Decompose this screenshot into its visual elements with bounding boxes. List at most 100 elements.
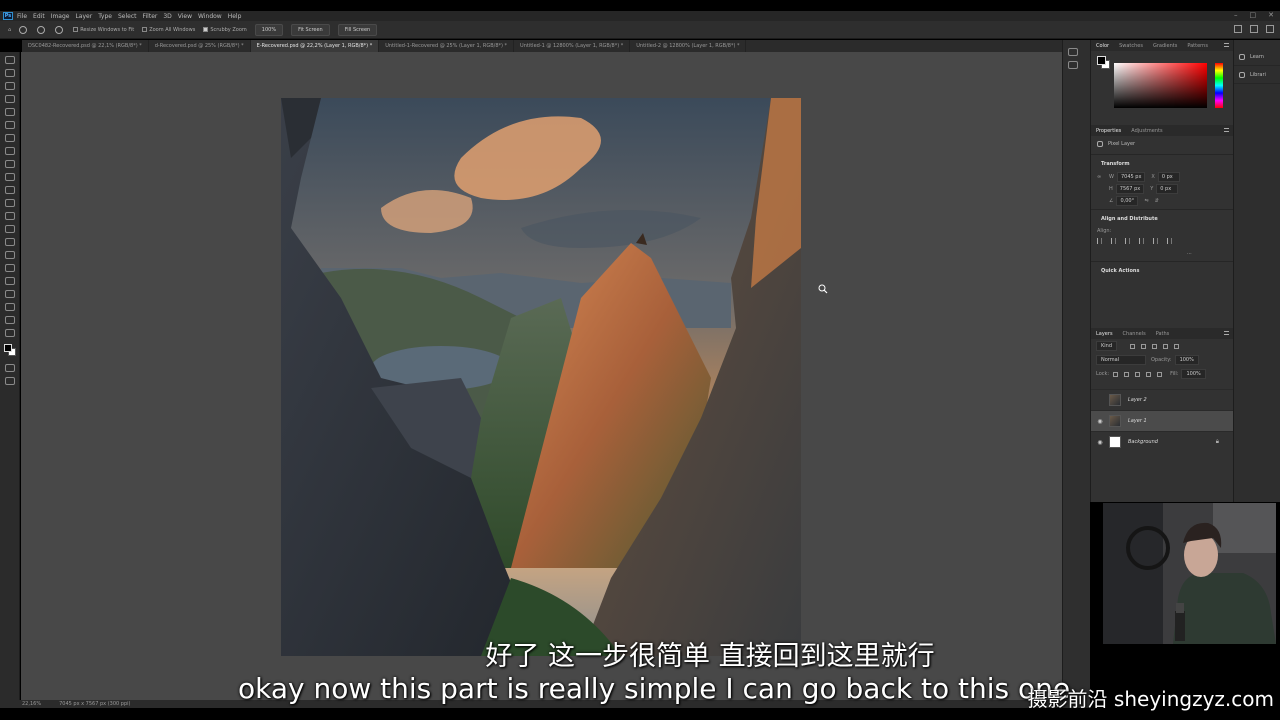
gradient-tool-icon[interactable] <box>5 212 15 220</box>
zoom-tool-icon[interactable] <box>19 25 29 34</box>
zoom-readout[interactable]: 22,16% <box>22 701 41 707</box>
quick-actions-title[interactable]: Quick Actions <box>1091 264 1233 278</box>
layer-row-selected[interactable]: ◉ Layer 1 <box>1091 410 1233 431</box>
doc-tab[interactable]: Untitled-1-Recovered @ 25% (Layer 1, RGB… <box>379 40 515 52</box>
doc-tab[interactable]: Untitled-2 @ 12800% (Layer 1, RGB/8*) * <box>630 40 747 52</box>
align-bottom-icon[interactable] <box>1167 238 1172 244</box>
menu-view[interactable]: View <box>178 13 192 20</box>
brush-tool-icon[interactable] <box>5 160 15 168</box>
color-swatches[interactable] <box>0 342 20 360</box>
fit-screen-button[interactable]: Fit Screen <box>291 23 330 36</box>
lasso-tool-icon[interactable] <box>5 82 15 90</box>
doc-tab[interactable]: d-Recovered.psd @ 25% (RGB/8*) * <box>149 40 251 52</box>
zoom-100-button[interactable]: 100% <box>254 23 284 36</box>
filter-type-icon[interactable] <box>1152 343 1158 349</box>
layer-name[interactable]: Background <box>1128 439 1158 445</box>
width-field[interactable]: 7045 px <box>1116 172 1146 182</box>
menu-edit[interactable]: Edit <box>33 13 45 20</box>
eye-icon[interactable]: ◉ <box>1096 439 1104 446</box>
more-options-button[interactable]: ... <box>1097 250 1192 256</box>
zoom-in-icon[interactable] <box>37 25 47 34</box>
panel-menu-icon[interactable] <box>1224 128 1229 132</box>
height-field[interactable]: 7567 px <box>1115 184 1145 194</box>
foreground-color-swatch[interactable] <box>1097 56 1106 65</box>
y-field[interactable]: 0 px <box>1156 184 1179 194</box>
flip-horizontal-icon[interactable]: ⇋ <box>1144 198 1148 204</box>
pen-tool-icon[interactable] <box>5 251 15 259</box>
angle-field[interactable]: 0,00° <box>1116 196 1139 206</box>
menu-layer[interactable]: Layer <box>75 13 92 20</box>
zoom-tool-icon[interactable] <box>5 316 15 324</box>
tab-gradients[interactable]: Gradients <box>1148 43 1182 49</box>
healing-brush-tool-icon[interactable] <box>5 147 15 155</box>
blend-mode-select[interactable]: Normal <box>1096 355 1146 365</box>
screen-mode-icon[interactable] <box>5 377 15 385</box>
eyedropper-tool-icon[interactable] <box>5 134 15 142</box>
transform-section-title[interactable]: Transform <box>1091 157 1233 171</box>
doc-tab[interactable]: DSC0482-Recovered.psd @ 22,1% (RGB/8*) * <box>22 40 149 52</box>
menu-file[interactable]: File <box>17 13 27 20</box>
layer-row[interactable]: Layer 2 <box>1091 389 1233 410</box>
learn-button[interactable]: Learn <box>1234 48 1280 66</box>
libraries-icon[interactable] <box>1068 61 1078 69</box>
align-left-icon[interactable] <box>1097 238 1102 244</box>
marquee-tool-icon[interactable] <box>5 69 15 77</box>
resize-windows-checkbox[interactable]: Resize Windows to Fit <box>73 27 134 33</box>
share-icon[interactable] <box>1266 25 1274 33</box>
tab-channels[interactable]: Channels <box>1118 331 1151 337</box>
eye-icon[interactable]: ◉ <box>1096 418 1104 425</box>
move-tool-icon[interactable] <box>5 56 15 64</box>
crop-tool-icon[interactable] <box>5 108 15 116</box>
filter-smart-object-icon[interactable] <box>1174 343 1180 349</box>
menu-select[interactable]: Select <box>118 13 137 20</box>
tab-patterns[interactable]: Patterns <box>1182 43 1213 49</box>
menu-help[interactable]: Help <box>228 13 242 20</box>
layer-name[interactable]: Layer 1 <box>1128 418 1147 424</box>
tab-adjustments[interactable]: Adjustments <box>1126 128 1167 134</box>
home-icon[interactable]: ⌂ <box>8 27 11 33</box>
zoom-out-icon[interactable] <box>55 25 65 34</box>
clone-stamp-tool-icon[interactable] <box>5 173 15 181</box>
tab-paths[interactable]: Paths <box>1151 331 1175 337</box>
blur-tool-icon[interactable] <box>5 225 15 233</box>
eraser-tool-icon[interactable] <box>5 199 15 207</box>
quick-mask-icon[interactable] <box>5 364 15 372</box>
align-right-icon[interactable] <box>1125 238 1130 244</box>
doc-tab-active[interactable]: E-Recovered.psd @ 22,2% (Layer 1, RGB/8*… <box>250 40 380 52</box>
fill-field[interactable]: 100% <box>1181 369 1206 379</box>
align-top-icon[interactable] <box>1139 238 1144 244</box>
panel-menu-icon[interactable] <box>1224 331 1229 335</box>
layer-row[interactable]: ◉ Background 🔒︎ <box>1091 431 1233 452</box>
zoom-all-checkbox[interactable]: Zoom All Windows <box>142 27 195 33</box>
lock-all-icon[interactable] <box>1157 371 1163 377</box>
menu-filter[interactable]: Filter <box>143 13 158 20</box>
menu-type[interactable]: Type <box>98 13 112 20</box>
filter-adjustment-icon[interactable] <box>1141 343 1147 349</box>
libraries-button[interactable]: Librari <box>1234 66 1280 84</box>
panel-menu-icon[interactable] <box>1224 43 1229 47</box>
menu-window[interactable]: Window <box>198 13 222 20</box>
layer-filter-select[interactable]: Kind <box>1096 341 1118 351</box>
scrubby-zoom-checkbox[interactable]: Scrubby Zoom <box>203 27 247 33</box>
align-center-icon[interactable] <box>1111 238 1116 244</box>
flip-vertical-icon[interactable]: ⇵ <box>1155 198 1159 204</box>
color-field[interactable] <box>1114 63 1207 108</box>
lock-position-icon[interactable] <box>1135 371 1141 377</box>
menu-image[interactable]: Image <box>51 13 70 20</box>
type-tool-icon[interactable] <box>5 264 15 272</box>
path-selection-tool-icon[interactable] <box>5 277 15 285</box>
maximize-icon[interactable]: □ <box>1250 11 1257 19</box>
doc-tab[interactable]: Untitled-1 @ 12800% (Layer 1, RGB/8*) * <box>514 40 631 52</box>
opacity-field[interactable]: 100% <box>1174 355 1199 365</box>
rectangle-tool-icon[interactable] <box>5 290 15 298</box>
lock-image-icon[interactable] <box>1124 371 1130 377</box>
align-middle-icon[interactable] <box>1153 238 1158 244</box>
menu-3d[interactable]: 3D <box>163 13 171 20</box>
hand-tool-icon[interactable] <box>5 303 15 311</box>
hue-slider[interactable] <box>1215 63 1223 108</box>
filter-pixel-icon[interactable] <box>1130 343 1136 349</box>
quick-select-tool-icon[interactable] <box>5 95 15 103</box>
foreground-color-swatch[interactable] <box>4 344 12 352</box>
link-icon[interactable]: ∞ <box>1097 174 1103 180</box>
frame-tool-icon[interactable] <box>5 121 15 129</box>
